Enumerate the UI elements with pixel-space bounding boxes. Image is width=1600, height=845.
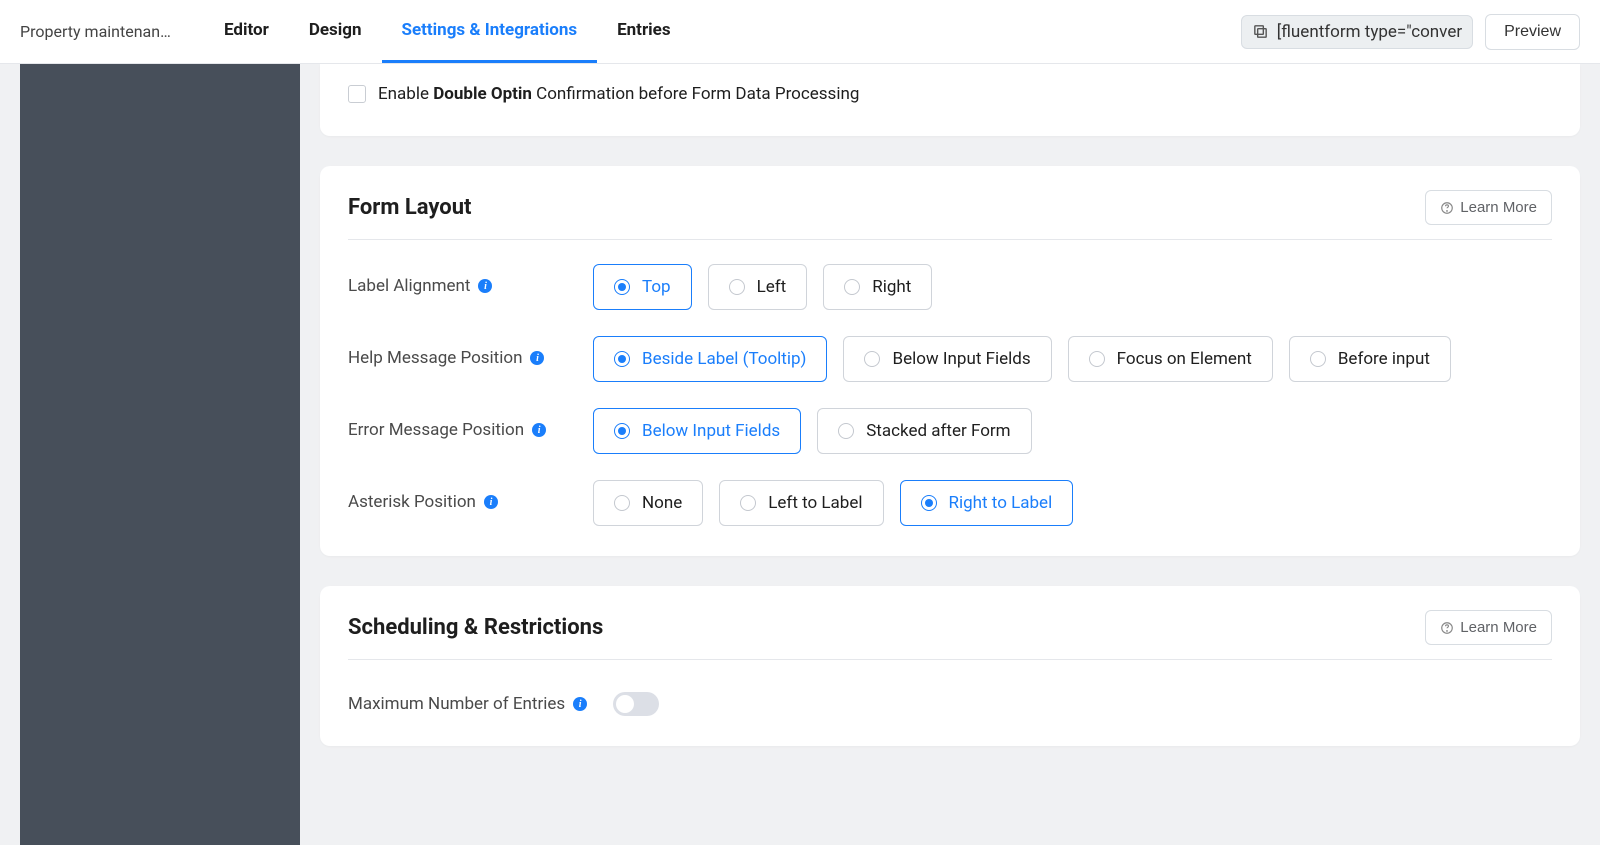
learn-more-label: Learn More [1460,199,1537,216]
radio-option[interactable]: Focus on Element [1068,336,1273,382]
radio-indicator-icon [614,279,630,295]
info-icon[interactable]: i [532,423,546,437]
shortcode-text: [fluentform type="conver [1277,22,1462,42]
help-icon [1440,201,1454,215]
tab-design[interactable]: Design [289,0,382,63]
radio-option[interactable]: Left [708,264,808,310]
scheduling-header: Scheduling & Restrictions Learn More [348,610,1552,660]
topbar: Property maintenan… Editor Design Settin… [0,0,1600,64]
radio-indicator-icon [1089,351,1105,367]
scheduling-card: Scheduling & Restrictions Learn More Max… [320,586,1580,746]
radio-indicator-icon [1310,351,1326,367]
double-optin-card: Enable Double Optin Confirmation before … [320,64,1580,136]
setting-label: Help Message Position i [348,336,593,368]
setting-label-text: Asterisk Position [348,492,476,512]
form-layout-header: Form Layout Learn More [348,190,1552,240]
content: Enable Double Optin Confirmation before … [300,64,1600,845]
max-entries-label-text: Maximum Number of Entries [348,694,565,714]
radio-option-label: Below Input Fields [642,421,780,441]
body: Enable Double Optin Confirmation before … [0,64,1600,845]
radio-option[interactable]: None [593,480,703,526]
preview-button[interactable]: Preview [1485,14,1580,50]
tabs: Editor Design Settings & Integrations En… [204,0,691,63]
form-layout-card: Form Layout Learn More Label Alignment i T… [320,166,1580,556]
radio-indicator-icon [614,495,630,511]
max-entries-toggle[interactable] [613,692,659,716]
setting-label: Error Message Position i [348,408,593,440]
setting-row: Help Message Position i Beside Label (Tool… [348,336,1552,382]
tab-editor[interactable]: Editor [204,0,289,63]
radio-option-label: Right [872,277,911,297]
options-wrap: Beside Label (Tooltip) Below Input Fields… [593,336,1552,382]
info-icon[interactable]: i [478,279,492,293]
topbar-right: [fluentform type="conver Preview [1241,14,1580,50]
setting-label: Label Alignment i [348,264,593,296]
setting-row: Error Message Position i Below Input Field… [348,408,1552,454]
radio-option-label: Beside Label (Tooltip) [642,349,806,369]
double-optin-checkbox[interactable] [348,85,366,103]
double-optin-label-bold: Double Optin [433,84,532,104]
form-layout-learn-more-button[interactable]: Learn More [1425,190,1552,225]
radio-option-label: Stacked after Form [866,421,1010,441]
radio-option[interactable]: Below Input Fields [843,336,1051,382]
radio-option[interactable]: Left to Label [719,480,883,526]
radio-option-label: Top [642,277,671,297]
setting-label-text: Error Message Position [348,420,524,440]
radio-indicator-icon [614,423,630,439]
radio-option-label: Left to Label [768,493,862,513]
radio-option[interactable]: Before input [1289,336,1451,382]
radio-option-label: Focus on Element [1117,349,1252,369]
radio-option[interactable]: Below Input Fields [593,408,801,454]
tab-entries[interactable]: Entries [597,0,690,63]
double-optin-label-suffix: Confirmation before Form Data Processing [532,84,859,104]
info-icon[interactable]: i [573,697,587,711]
scheduling-title: Scheduling & Restrictions [348,615,603,640]
info-icon[interactable]: i [484,495,498,509]
tab-settings-integrations[interactable]: Settings & Integrations [382,0,598,63]
radio-option[interactable]: Right to Label [900,480,1074,526]
radio-indicator-icon [844,279,860,295]
info-icon[interactable]: i [530,351,544,365]
radio-indicator-icon [864,351,880,367]
learn-more-label: Learn More [1460,619,1537,636]
radio-indicator-icon [729,279,745,295]
radio-option[interactable]: Right [823,264,932,310]
radio-indicator-icon [740,495,756,511]
setting-label-text: Help Message Position [348,348,522,368]
radio-option[interactable]: Top [593,264,692,310]
setting-row: Asterisk Position i None Left to Label Right… [348,480,1552,526]
double-optin-label-prefix: Enable [378,84,433,104]
double-optin-label: Enable Double Optin Confirmation before … [378,84,859,104]
options-wrap: Top Left Right [593,264,1552,310]
shortcode-box[interactable]: [fluentform type="conver [1241,15,1473,49]
radio-option-label: Right to Label [949,493,1053,513]
form-title: Property maintenan… [20,22,190,41]
double-optin-row[interactable]: Enable Double Optin Confirmation before … [348,84,1552,104]
setting-row: Label Alignment i Top Left Right [348,264,1552,310]
radio-option-label: Before input [1338,349,1430,369]
copy-icon [1252,23,1269,40]
max-entries-row: Maximum Number of Entries i [348,684,1552,716]
sidebar [20,64,300,845]
options-wrap: Below Input Fields Stacked after Form [593,408,1552,454]
help-icon [1440,621,1454,635]
setting-label-text: Label Alignment [348,276,470,296]
radio-option[interactable]: Beside Label (Tooltip) [593,336,827,382]
scheduling-learn-more-button[interactable]: Learn More [1425,610,1552,645]
radio-indicator-icon [921,495,937,511]
setting-label: Asterisk Position i [348,480,593,512]
radio-indicator-icon [838,423,854,439]
radio-option-label: Left [757,277,787,297]
radio-option-label: Below Input Fields [892,349,1030,369]
max-entries-label: Maximum Number of Entries i [348,694,593,714]
options-wrap: None Left to Label Right to Label [593,480,1552,526]
radio-option-label: None [642,493,682,513]
form-layout-title: Form Layout [348,195,471,220]
radio-indicator-icon [614,351,630,367]
radio-option[interactable]: Stacked after Form [817,408,1031,454]
